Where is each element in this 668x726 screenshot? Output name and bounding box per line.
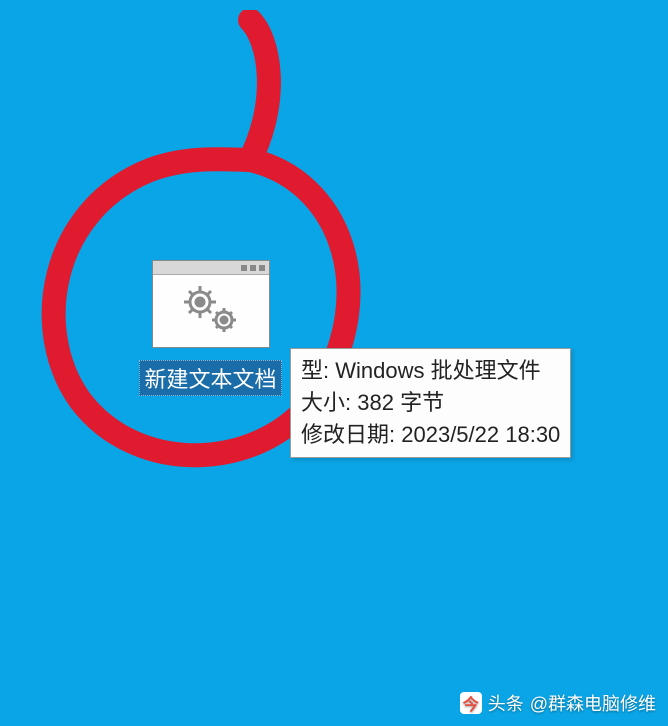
tooltip-modified-label: 修改日期: [301, 422, 389, 447]
watermark: 今 头条 @群森电脑修维: [460, 690, 656, 716]
desktop-file-icon[interactable]: 新建文本文档: [123, 260, 298, 396]
watermark-prefix: 头条: [488, 690, 524, 716]
gears-icon: [176, 280, 246, 336]
tooltip-size-label: 大小: [301, 390, 345, 415]
tooltip-type-label: 型: [301, 358, 323, 383]
watermark-logo-icon: 今: [460, 692, 482, 714]
desktop-icon-label: 新建文本文档: [139, 360, 281, 396]
tooltip-modified-row: 修改日期: 2023/5/22 18:30: [301, 419, 560, 451]
file-tooltip: 型: Windows 批处理文件 大小: 382 字节 修改日期: 2023/5…: [290, 348, 571, 458]
tooltip-size-row: 大小: 382 字节: [301, 387, 560, 419]
tooltip-size-value: 382 字节: [357, 390, 444, 415]
batch-file-icon: [152, 260, 270, 348]
tooltip-type-row: 型: Windows 批处理文件: [301, 355, 560, 387]
tooltip-modified-value: 2023/5/22 18:30: [401, 422, 560, 447]
watermark-author: @群森电脑修维: [530, 690, 656, 716]
tooltip-type-value: Windows 批处理文件: [335, 358, 540, 383]
